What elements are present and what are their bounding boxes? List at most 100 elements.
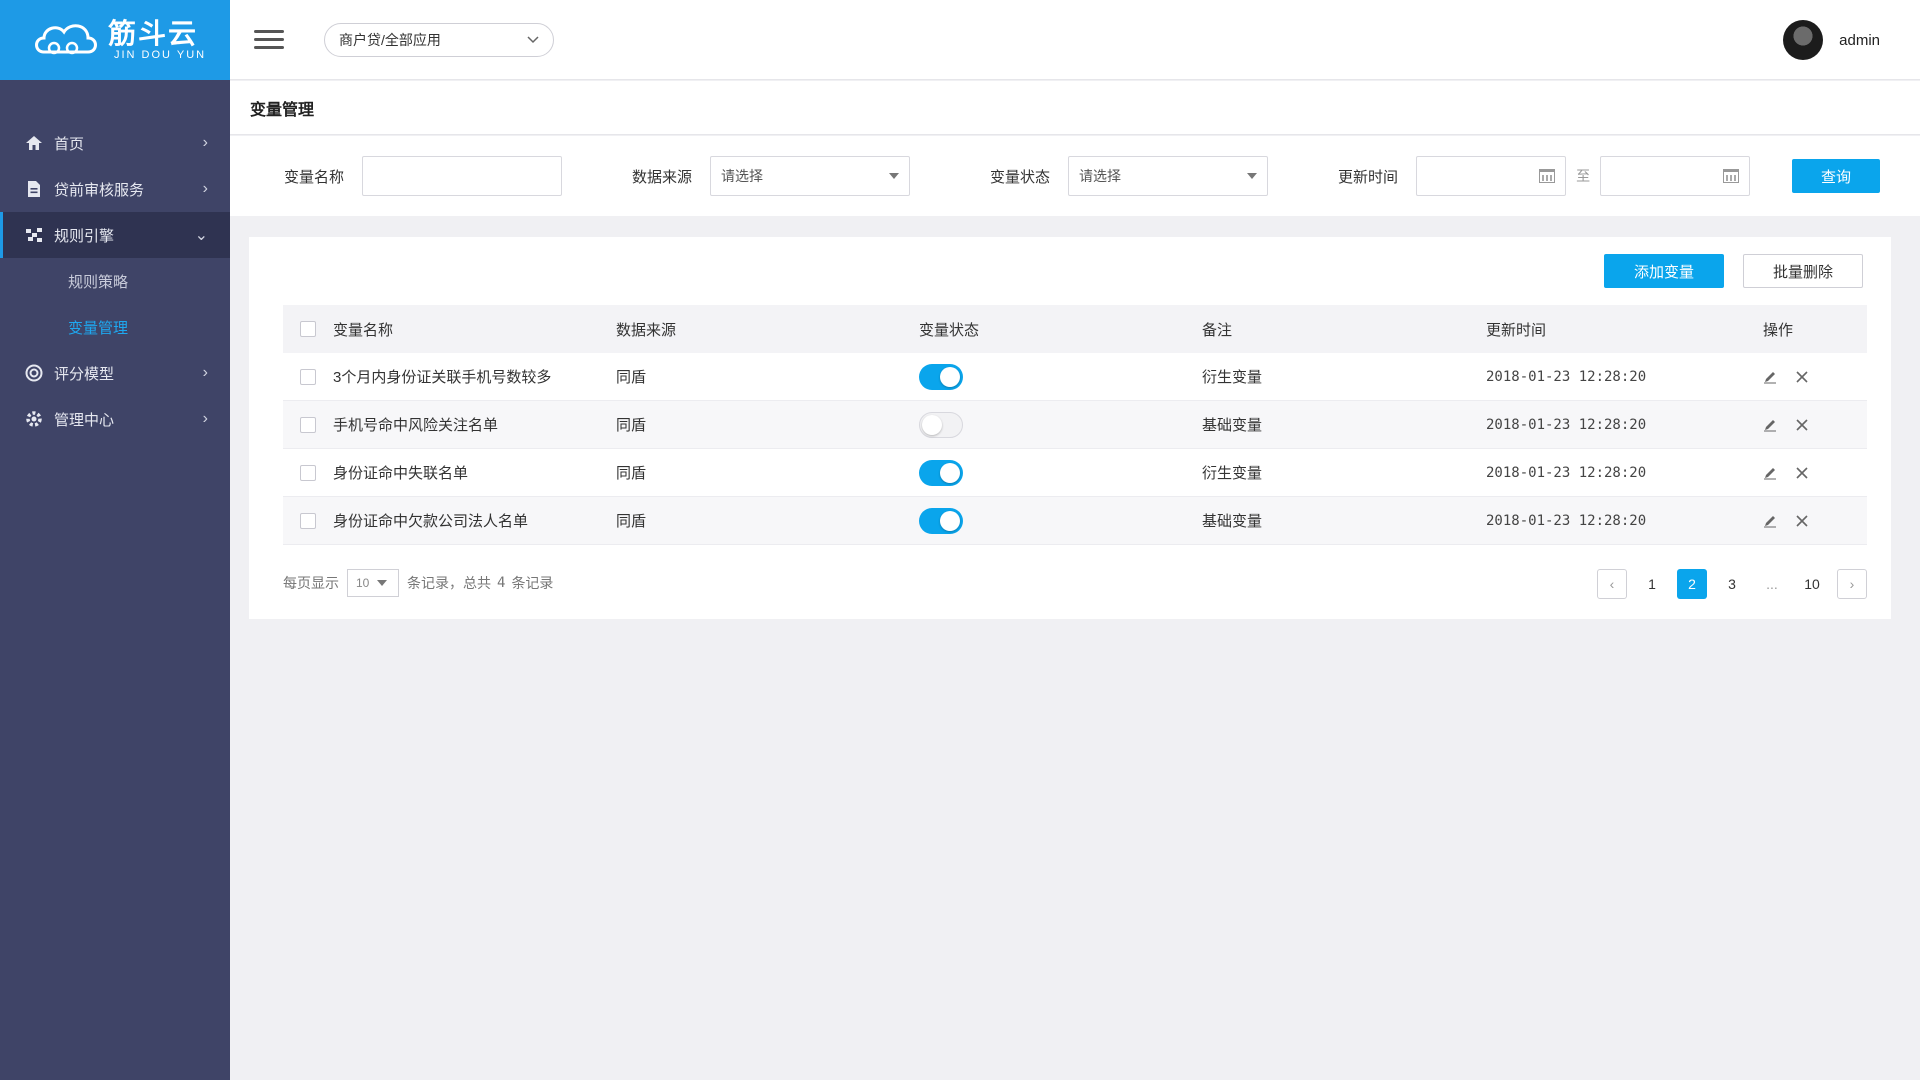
home-icon	[24, 133, 44, 153]
page-button[interactable]: 1	[1637, 569, 1667, 599]
document-icon	[24, 179, 44, 199]
variable-name-input[interactable]	[362, 156, 563, 196]
add-variable-button[interactable]: 添加变量	[1604, 254, 1724, 288]
row-checkbox[interactable]	[300, 512, 316, 529]
sidebar-item-label: 贷前审核服务	[54, 181, 145, 199]
sidebar-item-management-center[interactable]: 管理中心 ›	[0, 396, 230, 442]
delete-icon[interactable]	[1795, 418, 1809, 432]
sidebar-item-label: 首页	[54, 135, 85, 153]
update-time-cell: 2018-01-23 12:28:20	[1486, 512, 1647, 529]
records-summary-prefix: 条记录，总共	[407, 575, 491, 591]
data-source-select[interactable]: 请选择	[710, 156, 911, 196]
target-icon	[24, 363, 44, 383]
chevron-right-icon: ›	[202, 364, 208, 381]
edit-icon[interactable]	[1763, 466, 1777, 480]
chevron-down-icon	[527, 35, 539, 43]
sidebar-item-home[interactable]: 首页 ›	[0, 120, 230, 166]
note-cell: 衍生变量	[1202, 369, 1263, 386]
note-cell: 基础变量	[1202, 417, 1263, 434]
delete-icon[interactable]	[1795, 370, 1809, 384]
query-button[interactable]: 查询	[1792, 159, 1881, 193]
chevron-right-icon: ›	[202, 180, 208, 197]
table-row: 身份证命中欠款公司法人名单 同盾 基础变量 2018-01-23 12:28:2…	[283, 497, 1867, 545]
status-toggle[interactable]	[919, 411, 963, 438]
page-ellipsis: ...	[1766, 576, 1778, 592]
prev-page-button[interactable]: ‹	[1597, 569, 1627, 599]
sidebar-item-label: 管理中心	[54, 411, 115, 429]
update-time-label: 更新时间	[1338, 168, 1399, 186]
total-records: 4	[497, 575, 506, 591]
edit-icon[interactable]	[1763, 514, 1777, 528]
caret-down-icon	[889, 173, 900, 179]
date-range-separator: 至	[1576, 168, 1591, 184]
column-header-ops: 操作	[1763, 321, 1794, 339]
note-cell: 基础变量	[1202, 513, 1263, 530]
start-date-input[interactable]	[1416, 156, 1567, 196]
app-selector[interactable]: 商户贷/全部应用	[324, 22, 554, 57]
table-header: 变量名称 数据来源 变量状态 备注 更新时间 操作	[283, 305, 1867, 353]
data-source-cell: 同盾	[616, 465, 647, 482]
update-time-cell: 2018-01-23 12:28:20	[1486, 416, 1647, 433]
next-page-button[interactable]: ›	[1837, 569, 1867, 599]
column-header-source: 数据来源	[616, 321, 677, 339]
brand-name: 筋斗云	[108, 18, 199, 49]
column-header-name: 变量名称	[333, 321, 394, 339]
sidebar-item-scoring-model[interactable]: 评分模型 ›	[0, 350, 230, 396]
data-source-cell: 同盾	[616, 417, 647, 434]
chevron-right-icon: ›	[202, 410, 208, 427]
page-button[interactable]: 3	[1717, 569, 1747, 599]
column-header-status: 变量状态	[919, 321, 980, 339]
sidebar-subitem-label: 变量管理	[68, 319, 129, 337]
delete-icon[interactable]	[1795, 466, 1809, 480]
variable-status-placeholder: 请选择	[1079, 168, 1122, 184]
page-button[interactable]: 10	[1797, 569, 1827, 599]
menu-toggle-icon[interactable]	[254, 25, 284, 54]
data-source-label: 数据来源	[632, 168, 693, 186]
brand-name-en: JIN DOU YUN	[114, 49, 207, 61]
logo[interactable]: 筋斗云 JIN DOU YUN	[0, 0, 230, 80]
delete-icon[interactable]	[1795, 514, 1809, 528]
filter-bar: 变量名称 数据来源 请选择 变量状态 请选择 更新时间 至 查询	[230, 136, 1920, 216]
table-row: 手机号命中风险关注名单 同盾 基础变量 2018-01-23 12:28:20	[283, 401, 1867, 449]
edit-icon[interactable]	[1763, 418, 1777, 432]
note-cell: 衍生变量	[1202, 465, 1263, 482]
row-checkbox[interactable]	[300, 368, 316, 385]
caret-down-icon	[377, 580, 388, 586]
variable-name-label: 变量名称	[284, 168, 345, 186]
rules-icon	[24, 225, 44, 245]
status-toggle[interactable]	[919, 459, 963, 486]
status-toggle[interactable]	[919, 363, 963, 390]
status-toggle[interactable]	[919, 507, 963, 534]
variable-status-label: 变量状态	[990, 168, 1051, 186]
chevron-down-icon: ⌄	[194, 227, 208, 244]
variable-name-cell: 3个月内身份证关联手机号数较多	[333, 369, 552, 386]
cloud-logo-icon	[35, 24, 97, 55]
select-all-checkbox[interactable]	[300, 321, 316, 337]
user-menu[interactable]: admin	[1783, 20, 1880, 60]
update-time-cell: 2018-01-23 12:28:20	[1486, 464, 1647, 481]
edit-icon[interactable]	[1763, 370, 1777, 384]
variable-name-cell: 身份证命中欠款公司法人名单	[333, 513, 529, 530]
page-size-control: 每页显示 10 条记录，总共 4 条记录	[283, 569, 553, 597]
variable-status-select[interactable]: 请选择	[1068, 156, 1269, 196]
page-size-select[interactable]: 10	[347, 569, 399, 597]
sidebar-item-loan-review[interactable]: 贷前审核服务 ›	[0, 166, 230, 212]
page-title: 变量管理	[250, 101, 315, 119]
chevron-right-icon: ›	[202, 134, 208, 151]
app-selector-value: 商户贷/全部应用	[339, 31, 441, 48]
table-row: 身份证命中失联名单 同盾 衍生变量 2018-01-23 12:28:20	[283, 449, 1867, 497]
end-date-input[interactable]	[1600, 156, 1751, 196]
sidebar-subitem-rule-strategy[interactable]: 规则策略	[0, 258, 230, 304]
top-header: 商户贷/全部应用 admin	[230, 0, 1920, 80]
pagination: ‹ 1 2 3 ... 10 ›	[1597, 569, 1867, 599]
row-checkbox[interactable]	[300, 464, 316, 481]
batch-delete-button[interactable]: 批量删除	[1743, 254, 1863, 288]
data-source-cell: 同盾	[616, 513, 647, 530]
data-source-placeholder: 请选择	[721, 168, 764, 184]
sidebar-subitem-variable-management[interactable]: 变量管理	[0, 304, 230, 350]
row-checkbox[interactable]	[300, 416, 316, 433]
avatar[interactable]	[1783, 20, 1824, 60]
page-button-current[interactable]: 2	[1677, 569, 1707, 599]
variable-table-card: 添加变量 批量删除 变量名称 数据来源 变量状态 备注 更新时间 操作 3个月内…	[249, 237, 1891, 619]
sidebar-item-rules-engine[interactable]: 规则引擎 ⌄	[0, 212, 230, 258]
